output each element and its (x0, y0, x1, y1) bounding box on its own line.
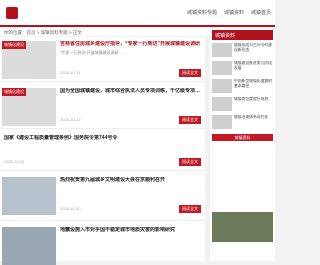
article-thumbnail[interactable]: 城镇化建设 (2, 41, 56, 79)
article-date: 2025-10-21 (4, 159, 25, 164)
sidebar-item[interactable]: 城镇首位度提升规划 (212, 96, 273, 112)
main-nav: 城镇资料专题 城镇资料 城镇首页 (187, 9, 271, 16)
nav-item-home[interactable]: 城镇首页 (251, 9, 271, 16)
list-item[interactable]: 国家《建设工程质量管理条例》国务院令第744号令 2025-10-21 阅读全文 (0, 131, 205, 171)
sidebar-thumbnail[interactable] (212, 43, 232, 57)
site-logo[interactable] (6, 6, 20, 20)
sidebar: 城镇资料 城镇化成为百分号的建设新形态 城镇建设推进第九阶段发展 中国新型城镇化… (210, 28, 275, 261)
sidebar-item-label[interactable]: 城镇建设推进第九阶段发展 (234, 61, 273, 75)
read-more-button[interactable]: 阅读全文 (179, 158, 201, 166)
sidebar-item[interactable]: 城镇化成为百分号的建设新形态 (212, 42, 273, 58)
list-item[interactable]: 地震设施入市对乎国不稳定城市地质灾害的影响研究 (0, 223, 205, 265)
nav-item-materials[interactable]: 城镇资料 (224, 9, 244, 16)
sidebar-item[interactable]: 城镇建设推进第九阶段发展 (212, 60, 273, 76)
sidebar-heading-text: 城镇资料 (215, 33, 236, 39)
list-item[interactable]: 热烈祝贺第九届城乡文明建设大会在京顺利召开 2025-10-20 阅读全文 (0, 173, 205, 221)
top-header: 城镇资料专题 城镇资料 城镇首页 (0, 0, 275, 27)
sidebar-photo[interactable] (212, 212, 273, 242)
article-title[interactable]: 热烈祝贺第九届城乡文明建设大会在京顺利召开 (60, 177, 202, 184)
category-tag: 城镇化建设 (2, 88, 26, 96)
category-tag: 城镇化建设 (2, 41, 26, 49)
article-summary (4, 144, 202, 154)
article-title[interactable]: 国家《建设工程质量管理条例》国务院令第744号令 (4, 135, 202, 142)
article-title[interactable]: 地震设施入市对乎国不稳定城市地质灾害的影响研究 (60, 227, 202, 234)
sidebar-item-label[interactable]: 城镇治理体系现代化 (234, 115, 273, 129)
read-more-button[interactable]: 阅读全文 (179, 205, 201, 213)
article-date: 2025-10-22 (60, 117, 81, 122)
sidebar-heading: 城镇资料 (212, 30, 273, 40)
list-item[interactable]: 城镇化建设 国为全国城镇建设，城市综合执法人员专项训练，千亿级专项资金补充 20… (0, 84, 205, 129)
sidebar-thumbnail[interactable] (212, 97, 232, 111)
article-title[interactable]: 国为全国城镇建设，城市综合执法人员专项训练，千亿级专项资金补充 (60, 88, 202, 95)
article-date: 2025-10-24 (60, 70, 81, 75)
article-title[interactable]: 吉林省住房城乡建设厅指导，“专家一行到访”开展城镇建设调研 (60, 41, 202, 48)
sidebar-more-button[interactable]: 城镇资料 (212, 134, 273, 141)
article-summary (60, 97, 202, 113)
article-thumbnail[interactable] (2, 227, 56, 265)
article-list: 城镇化建设 吉林省住房城乡建设厅指导，“专家一行到访”开展城镇建设调研 “专家一… (0, 37, 205, 265)
sidebar-item[interactable]: 城镇治理体系现代化 (212, 114, 273, 130)
sidebar-item-label[interactable]: 城镇化成为百分号的建设新形态 (234, 43, 273, 57)
sidebar-item[interactable]: 中国新型城镇化道路的基本路径 (212, 78, 273, 94)
article-summary: “专家一行到访”开展城镇建设调研…… (60, 50, 127, 55)
nav-item-topics[interactable]: 城镇资料专题 (187, 9, 217, 16)
read-more-button[interactable]: 阅读全文 (179, 116, 201, 124)
sidebar-item-label[interactable]: 城镇首位度提升规划 (234, 97, 273, 111)
sidebar-thumbnail[interactable] (212, 61, 232, 75)
read-more-button[interactable]: 阅读全文 (179, 69, 201, 77)
sidebar-thumbnail[interactable] (212, 79, 232, 93)
article-summary (60, 186, 202, 202)
article-thumbnail[interactable] (2, 177, 56, 215)
breadcrumb: 你的位置：首页 > 城镇资料专题 > 正文 (4, 30, 82, 35)
sidebar-item-label[interactable]: 中国新型城镇化道路的基本路径 (234, 79, 273, 93)
article-thumbnail[interactable]: 城镇化建设 (2, 88, 56, 126)
sidebar-thumbnail[interactable] (212, 115, 232, 129)
list-item[interactable]: 城镇化建设 吉林省住房城乡建设厅指导，“专家一行到访”开展城镇建设调研 “专家一… (0, 37, 205, 82)
logo-icon (6, 7, 18, 19)
article-date: 2025-10-20 (60, 206, 81, 211)
